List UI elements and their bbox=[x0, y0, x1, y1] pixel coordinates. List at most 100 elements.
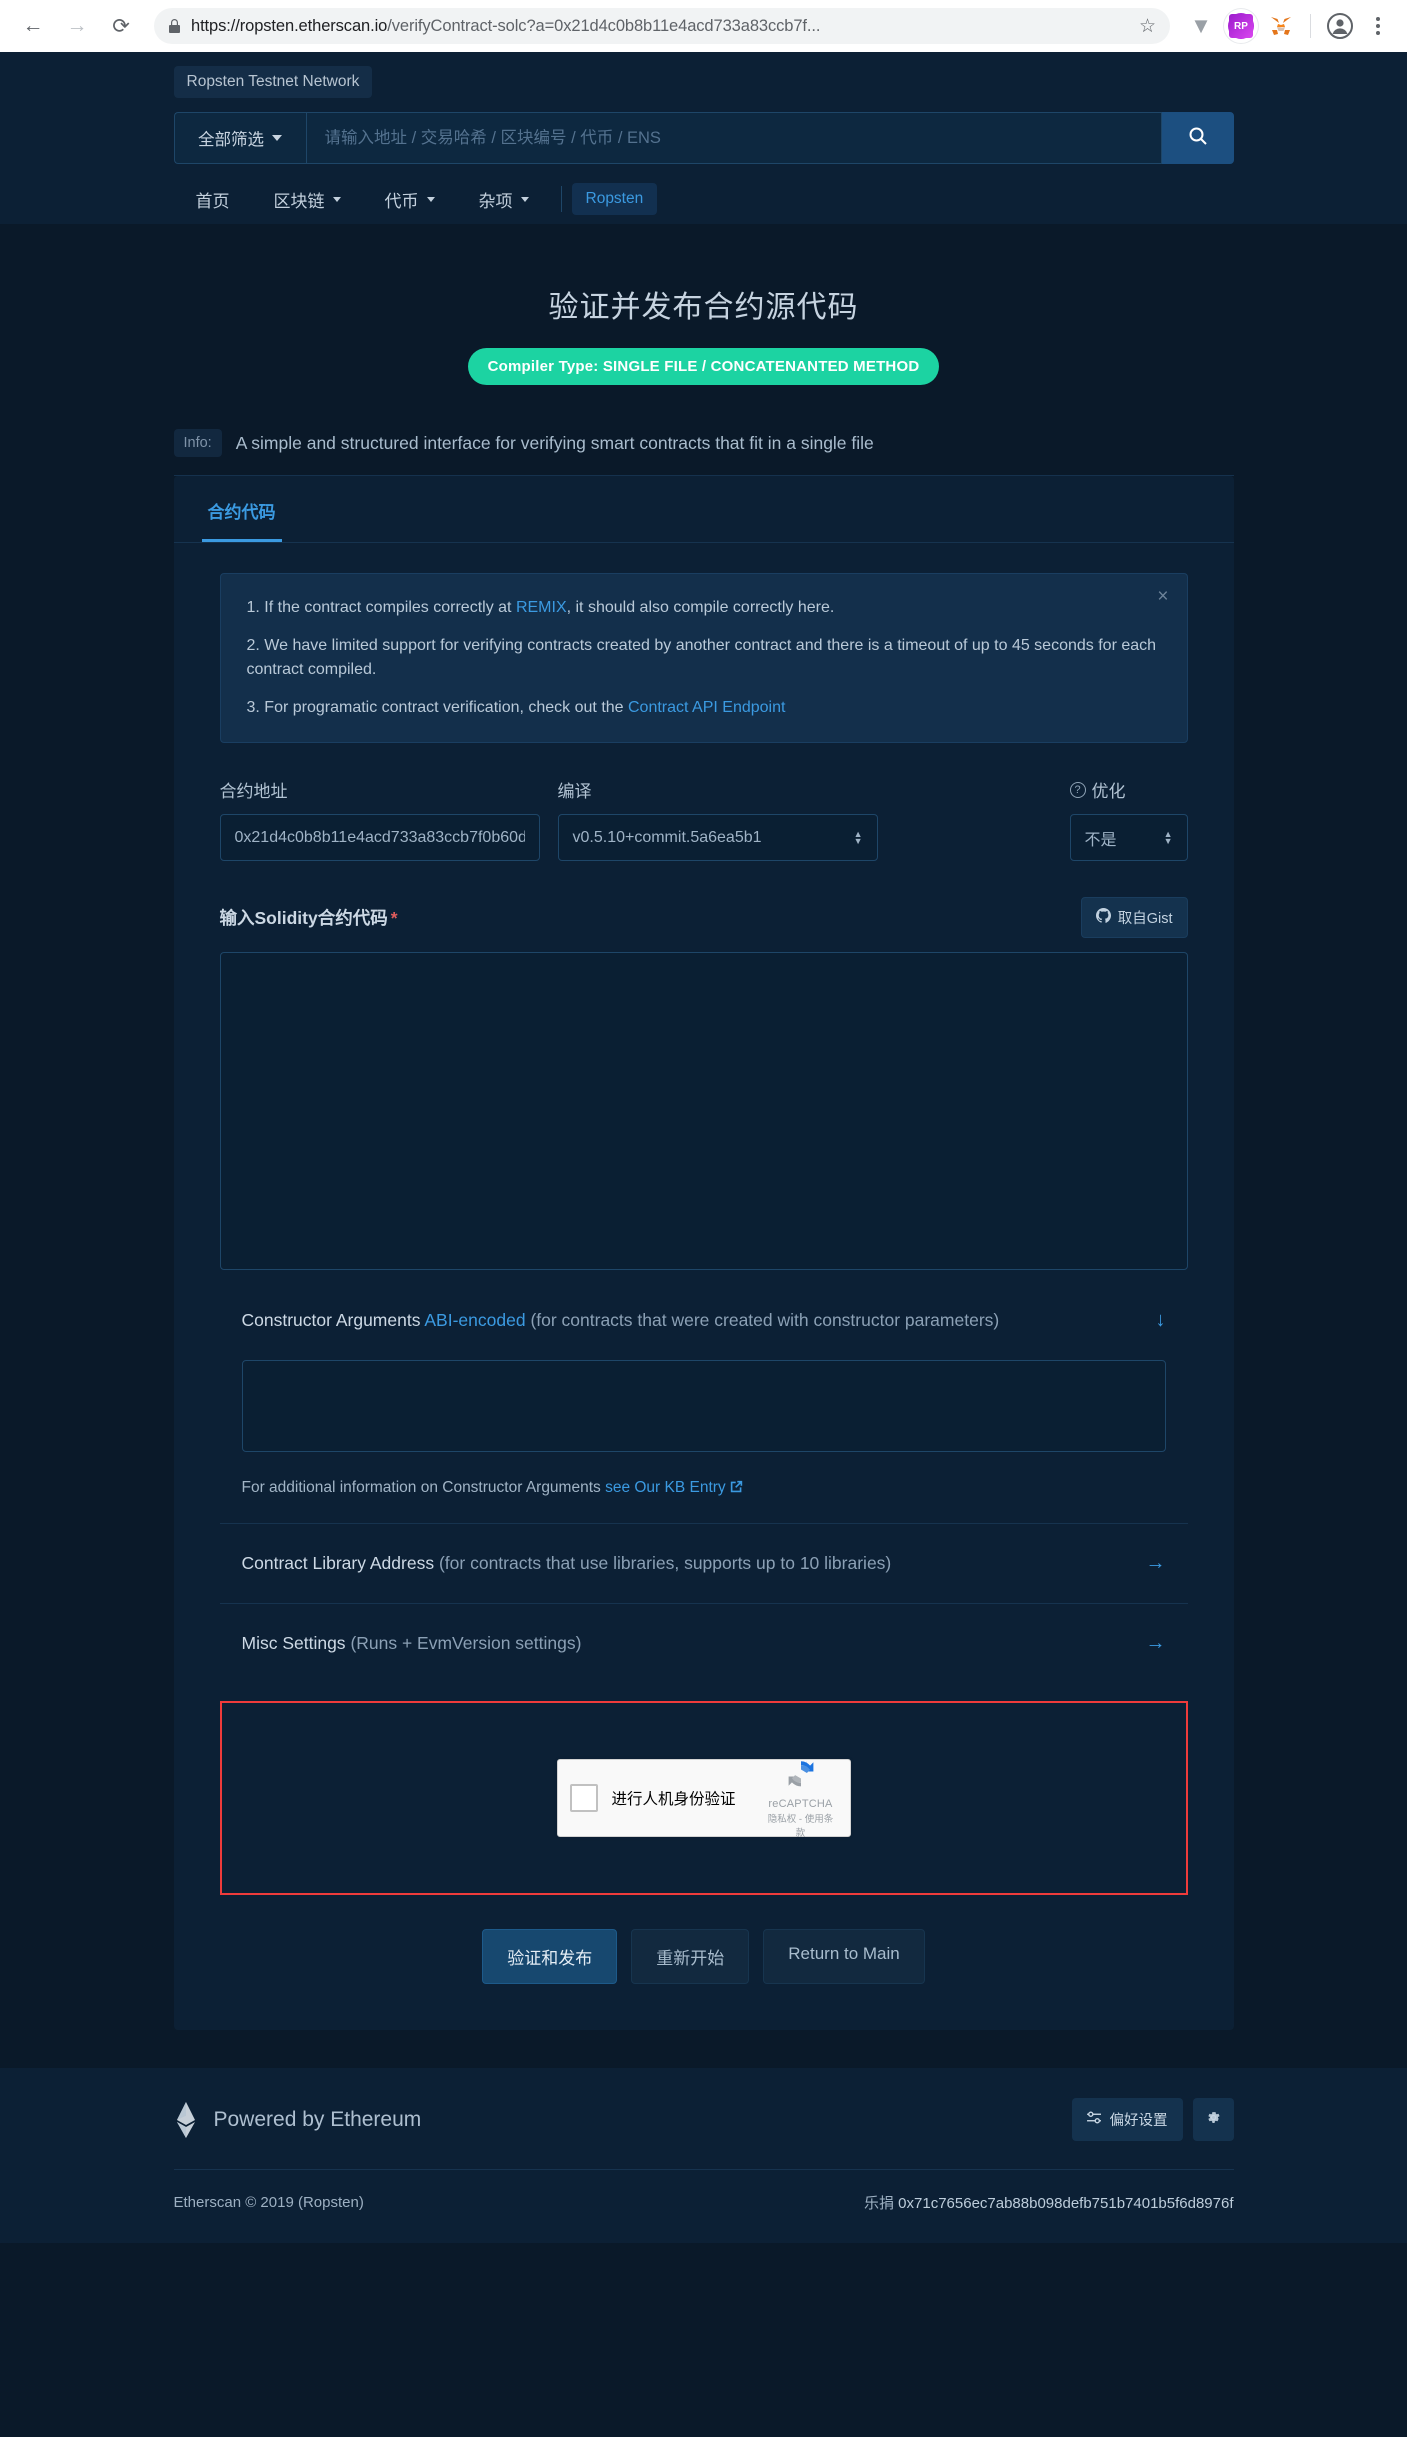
constructor-note-pre: For additional information on Constructo… bbox=[241, 1479, 606, 1496]
optimization-label-text: 优化 bbox=[1091, 782, 1126, 801]
question-mark-icon[interactable]: ? bbox=[1069, 781, 1086, 798]
abi-encoded-link[interactable]: ABI-encoded bbox=[424, 1310, 525, 1330]
info-text: A simple and structured interface for ve… bbox=[235, 432, 874, 453]
search-icon bbox=[1188, 126, 1208, 151]
search-bar: 全部筛选 bbox=[173, 112, 1234, 164]
nav-item-label: 代币 bbox=[384, 191, 419, 211]
alert-item-1-pre: 1. If the contract compiles correctly at bbox=[246, 599, 516, 616]
recaptcha-widget[interactable]: 进行人机身份验证 reCAPTCHA 隐私权 - 使用条款 bbox=[556, 1759, 851, 1839]
verify-card-wrapper: 合约代码 × 1. If the contract compiles corre… bbox=[173, 476, 1234, 2030]
search-filter-dropdown[interactable]: 全部筛选 bbox=[173, 112, 306, 164]
page-title: 验证并发布合约源代码 bbox=[548, 291, 859, 324]
network-pill[interactable]: Ropsten bbox=[571, 183, 658, 215]
donate-address[interactable]: 0x71c7656ec7ab88b098defb751b7401b5f6d897… bbox=[898, 2195, 1233, 2212]
solidity-code-textarea[interactable] bbox=[219, 952, 1188, 1270]
optimization-field: ? 优化 不是 ▲ ▼ bbox=[1069, 777, 1188, 861]
spinner-arrows-icon: ▲ ▼ bbox=[853, 828, 863, 846]
recaptcha-brand-name: reCAPTCHA bbox=[768, 1798, 833, 1810]
captcha-highlight-container: 进行人机身份验证 reCAPTCHA 隐私权 - 使用条款 bbox=[219, 1701, 1188, 1895]
misc-title-main: Misc Settings bbox=[241, 1633, 346, 1653]
optimization-select[interactable]: 不是 ▲ ▼ bbox=[1069, 814, 1188, 861]
card-body: × 1. If the contract compiles correctly … bbox=[174, 543, 1234, 2030]
toolbar-divider bbox=[1310, 14, 1311, 38]
ethereum-diamond-icon bbox=[174, 2101, 198, 2139]
external-link-icon bbox=[730, 1479, 743, 1496]
arrow-down-icon[interactable]: ↓ bbox=[1156, 1309, 1166, 1332]
contract-address-field: 合约地址 bbox=[219, 777, 540, 861]
verify-and-publish-button[interactable]: 验证和发布 bbox=[482, 1929, 618, 1984]
forward-arrow-icon[interactable]: → bbox=[58, 7, 96, 45]
constructor-arguments-title-main: Constructor Arguments bbox=[241, 1310, 421, 1330]
github-icon bbox=[1095, 908, 1111, 927]
contract-library-address-title: Contract Library Address (for contracts … bbox=[242, 1553, 892, 1574]
recaptcha-checkbox[interactable] bbox=[569, 1784, 598, 1812]
kb-entry-link[interactable]: see Our KB Entry bbox=[605, 1479, 726, 1496]
nav-item-tokens[interactable]: 代币 bbox=[363, 179, 457, 220]
chevron-down-icon bbox=[520, 196, 529, 202]
copyright-text: Etherscan © 2019 (Ropsten) bbox=[173, 2194, 364, 2211]
recaptcha-terms[interactable]: 隐私权 - 使用条款 bbox=[764, 1811, 838, 1839]
optimization-selected-value: 不是 bbox=[1084, 831, 1117, 849]
tab-contract-code[interactable]: 合约代码 bbox=[201, 476, 282, 542]
contract-address-input[interactable] bbox=[219, 814, 540, 861]
compiler-select[interactable]: v0.5.10+commit.5a6ea5b1 ▲ ▼ bbox=[557, 814, 878, 861]
lock-icon bbox=[168, 18, 181, 34]
solidity-code-label-text: 输入Solidity合约代码 bbox=[219, 908, 388, 928]
search-button[interactable] bbox=[1161, 112, 1234, 164]
search-filter-label: 全部筛选 bbox=[198, 131, 264, 149]
nav-item-label: 杂项 bbox=[478, 191, 513, 211]
url-path: /verifyContract-solc?a=0x21d4c0b8b11e4ac… bbox=[387, 16, 821, 35]
spinner-arrows-icon: ▲ ▼ bbox=[1163, 828, 1173, 846]
recaptcha-label: 进行人机身份验证 bbox=[611, 1791, 736, 1808]
card-tabs: 合约代码 bbox=[173, 476, 1234, 543]
constructor-arguments-title: Constructor Arguments ABI-encoded (for c… bbox=[242, 1310, 1000, 1331]
nav-item-label: 首页 bbox=[195, 191, 230, 211]
constructor-arguments-header[interactable]: Constructor Arguments ABI-encoded (for c… bbox=[220, 1275, 1188, 1360]
alert-item-3: 3. For programatic contract verification… bbox=[247, 696, 1161, 720]
metamask-fox-icon[interactable] bbox=[1264, 9, 1298, 43]
info-tag: Info: bbox=[173, 429, 222, 457]
compiler-selected-value: v0.5.10+commit.5a6ea5b1 bbox=[572, 828, 762, 846]
nav-item-home[interactable]: 首页 bbox=[174, 179, 252, 220]
footer-top: Powered by Ethereum 偏好设置 bbox=[173, 2098, 1234, 2170]
back-arrow-icon[interactable]: ← bbox=[14, 7, 52, 45]
profile-avatar-icon[interactable] bbox=[1323, 9, 1357, 43]
nav-item-label: 区块链 bbox=[273, 191, 325, 211]
main-navigation: 首页 区块链 代币 杂项 Ropsten bbox=[174, 174, 1234, 224]
nav-item-misc[interactable]: 杂项 bbox=[457, 179, 551, 220]
info-alert: × 1. If the contract compiles correctly … bbox=[219, 573, 1188, 743]
settings-gear-button[interactable] bbox=[1192, 2098, 1234, 2141]
extension-rp-icon[interactable]: RP bbox=[1224, 9, 1258, 43]
constructor-arguments-textarea[interactable] bbox=[241, 1360, 1166, 1452]
nav-item-blockchain[interactable]: 区块链 bbox=[252, 179, 363, 220]
reset-button[interactable]: 重新开始 bbox=[631, 1929, 750, 1984]
arrow-right-icon[interactable]: → bbox=[1146, 1632, 1166, 1655]
fetch-from-gist-label: 取自Gist bbox=[1117, 911, 1173, 927]
close-icon[interactable]: × bbox=[1157, 586, 1168, 608]
preferences-button[interactable]: 偏好设置 bbox=[1071, 2098, 1183, 2141]
search-input[interactable] bbox=[305, 112, 1162, 164]
alert-item-3-pre: 3. For programatic contract verification… bbox=[246, 699, 628, 716]
bookmark-star-icon[interactable]: ☆ bbox=[1139, 15, 1156, 38]
remix-link[interactable]: REMIX bbox=[516, 599, 567, 616]
url-prefix: https:// bbox=[191, 16, 240, 35]
recaptcha-icon bbox=[784, 1761, 818, 1795]
vue-devtools-icon[interactable]: ▼ bbox=[1184, 9, 1218, 43]
alert-item-1-post: , it should also compile correctly here. bbox=[566, 599, 835, 616]
reload-icon[interactable]: ⟳ bbox=[102, 7, 140, 45]
contract-api-endpoint-link[interactable]: Contract API Endpoint bbox=[628, 699, 785, 716]
constructor-arguments-note: For additional information on Constructo… bbox=[220, 1457, 1188, 1523]
contract-library-address-section[interactable]: Contract Library Address (for contracts … bbox=[219, 1523, 1188, 1603]
misc-settings-section[interactable]: Misc Settings (Runs + EvmVersion setting… bbox=[219, 1603, 1188, 1683]
url-text: https://ropsten.etherscan.io/verifyContr… bbox=[191, 17, 1129, 36]
arrow-right-icon[interactable]: → bbox=[1146, 1552, 1166, 1575]
kebab-menu-icon[interactable] bbox=[1363, 9, 1393, 43]
donate-info: 乐捐 0x71c7656ec7ab88b098defb751b7401b5f6d… bbox=[864, 2192, 1234, 2213]
form-fields-row: 合约地址 编译 v0.5.10+commit.5a6ea5b1 ▲▼ ? bbox=[219, 777, 1188, 861]
fetch-from-gist-button[interactable]: 取自Gist bbox=[1080, 897, 1188, 938]
address-bar[interactable]: https://ropsten.etherscan.io/verifyContr… bbox=[154, 8, 1170, 44]
network-badge: Ropsten Testnet Network bbox=[173, 66, 373, 98]
footer-buttons: 偏好设置 bbox=[1071, 2098, 1234, 2141]
return-to-main-button[interactable]: Return to Main bbox=[763, 1929, 925, 1984]
verify-card: 合约代码 × 1. If the contract compiles corre… bbox=[173, 476, 1234, 2030]
